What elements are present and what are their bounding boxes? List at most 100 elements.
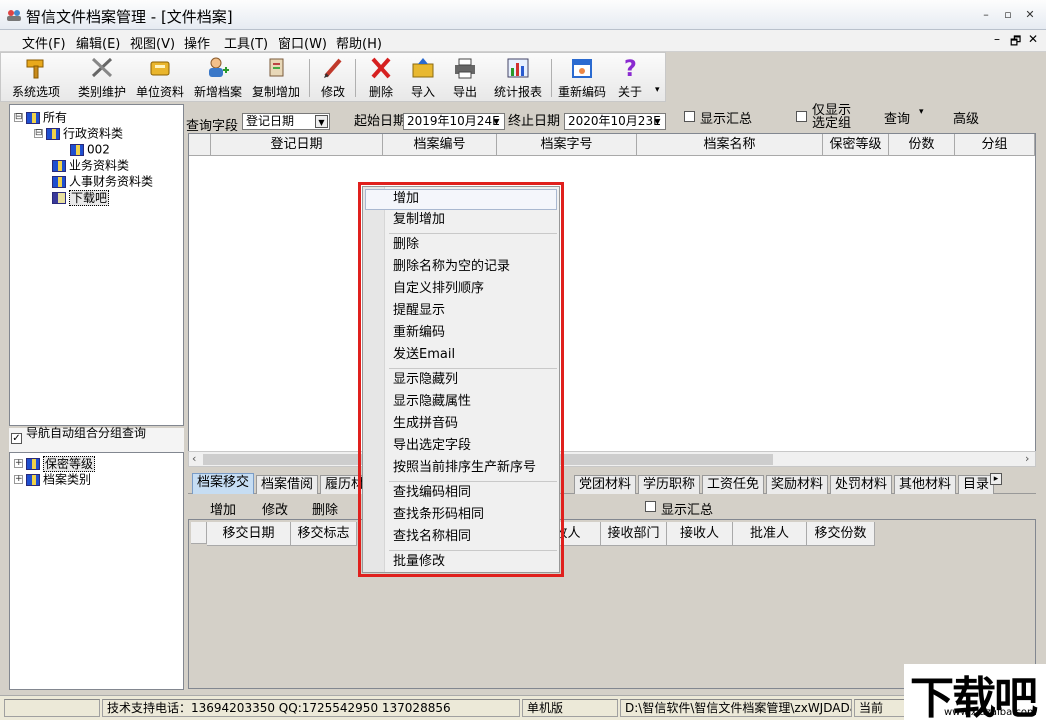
ctx-new-sequence[interactable]: 按照当前排序生产新序号 (365, 458, 557, 479)
edit-button[interactable]: 修改 (315, 56, 351, 100)
category-maintenance-button[interactable]: 类别维护 (73, 56, 131, 100)
tab-transfer[interactable]: 档案移交 (192, 473, 255, 494)
column-header[interactable]: 档案字号 (497, 134, 637, 156)
archive-grid[interactable]: 登记日期 档案编号 档案字号 档案名称 保密等级 份数 分组 (188, 133, 1036, 467)
nav-auto-group-checkbox[interactable]: ✓ (11, 433, 22, 444)
ctx-show-hidden-properties[interactable]: 显示隐藏属性 (365, 392, 557, 413)
tab-penalty[interactable]: 处罚材料 (830, 475, 893, 494)
tree-collapse-icon[interactable]: ⊟ (34, 129, 43, 138)
tree-item-xiazaiba[interactable]: 下载吧 (52, 189, 110, 206)
ctx-reminder[interactable]: 提醒显示 (365, 301, 557, 322)
scroll-left-icon[interactable]: ‹ (192, 452, 196, 466)
column-header[interactable]: 移交份数 (807, 522, 875, 546)
main-toolbar: 系统选项 类别维护 单位资料 新增档案 复制增加 修改 删除 导入 导出 统计报… (0, 52, 666, 102)
tree-item-002[interactable]: 002 (70, 141, 110, 157)
menu-window[interactable]: 窗口(W) (278, 33, 327, 52)
start-date-picker[interactable]: 2019年10月24E ▼ (403, 113, 505, 130)
ctx-send-email[interactable]: 发送Email (365, 345, 557, 366)
dropdown-arrow-icon[interactable]: ▼ (490, 115, 503, 128)
mdi-minimize-button[interactable]: – (994, 32, 1000, 46)
show-summary-checkbox[interactable] (684, 111, 695, 122)
tree-item-all[interactable]: ⊟ 所有 (14, 109, 67, 125)
query-dropdown-icon[interactable]: ▾ (919, 107, 924, 117)
column-header[interactable]: 接收人 (667, 522, 733, 546)
restore-button[interactable]: ▫ (1000, 8, 1016, 22)
menu-help[interactable]: 帮助(H) (336, 33, 382, 52)
tree-item-business[interactable]: 业务资料类 (52, 157, 129, 173)
close-button[interactable]: ✕ (1022, 8, 1038, 22)
ctx-find-same-name[interactable]: 查找名称相同 (365, 527, 557, 548)
tree-collapse-icon[interactable]: ⊟ (14, 113, 23, 122)
ctx-show-hidden-columns[interactable]: 显示隐藏列 (365, 370, 557, 391)
delete-button[interactable]: 删除 (363, 56, 399, 100)
horizontal-scrollbar[interactable]: ‹ › (188, 451, 1036, 467)
advanced-button[interactable]: 高级 (953, 108, 979, 127)
mdi-close-button[interactable]: ✕ (1028, 32, 1038, 46)
group-item-security-level[interactable]: + 保密等级 (14, 455, 96, 472)
detail-delete-button[interactable]: 删除 (312, 499, 338, 518)
minimize-button[interactable]: – (978, 8, 994, 22)
detail-summary-checkbox[interactable] (645, 501, 656, 512)
column-header[interactable]: 分组 (955, 134, 1035, 156)
tree-expand-icon[interactable]: + (14, 475, 23, 484)
column-header[interactable]: 接收部门 (601, 522, 667, 546)
tree-item-hr-finance[interactable]: 人事财务资料类 (52, 173, 153, 189)
ctx-add[interactable]: 增加 (365, 189, 557, 210)
detail-edit-button[interactable]: 修改 (262, 499, 288, 518)
import-button[interactable]: 导入 (405, 56, 441, 100)
menu-edit[interactable]: 编辑(E) (76, 33, 120, 52)
scroll-right-icon[interactable]: › (1025, 452, 1029, 466)
menu-view[interactable]: 视图(V) (130, 33, 175, 52)
ctx-generate-pinyin[interactable]: 生成拼音码 (365, 414, 557, 435)
ctx-find-same-barcode[interactable]: 查找条形码相同 (365, 505, 557, 526)
column-header[interactable]: 档案名称 (637, 134, 823, 156)
recode-button[interactable]: 重新编码 (555, 56, 609, 100)
tab-catalog[interactable]: 目录 (958, 475, 995, 494)
group-item-archive-type[interactable]: + 档案类别 (14, 471, 91, 487)
detail-add-button[interactable]: 增加 (210, 499, 236, 518)
toolbar-overflow-icon[interactable]: ▾ (655, 85, 660, 95)
copy-add-button[interactable]: 复制增加 (249, 56, 303, 100)
tab-party[interactable]: 党团材料 (574, 475, 637, 494)
ctx-export-selected-fields[interactable]: 导出选定字段 (365, 436, 557, 457)
menu-operation[interactable]: 操作 (184, 33, 210, 52)
column-header[interactable]: 保密等级 (823, 134, 889, 156)
mdi-restore-button[interactable]: 🗗 (1010, 32, 1021, 53)
ctx-delete[interactable]: 删除 (365, 235, 557, 256)
tab-education[interactable]: 学历职称 (638, 475, 701, 494)
tab-other[interactable]: 其他材料 (894, 475, 957, 494)
ctx-custom-sort[interactable]: 自定义排列顺序 (365, 279, 557, 300)
dropdown-arrow-icon[interactable]: ▼ (651, 115, 664, 128)
query-button[interactable]: 查询 (884, 108, 910, 127)
column-header[interactable]: 批准人 (733, 522, 807, 546)
ctx-find-same-code[interactable]: 查找编码相同 (365, 483, 557, 504)
tab-scroll-right-icon[interactable]: ▸ (990, 473, 1002, 485)
tree-item-admin[interactable]: ⊟ 行政资料类 (34, 125, 123, 141)
column-header[interactable]: 移交日期 (207, 522, 291, 546)
end-date-picker[interactable]: 2020年10月23E ▼ (564, 113, 666, 130)
nav-auto-group-option[interactable]: ✓ 导航自动组合分组查询 (9, 427, 184, 452)
ctx-recode[interactable]: 重新编码 (365, 323, 557, 344)
tab-salary[interactable]: 工资任免 (702, 475, 765, 494)
menu-file[interactable]: 文件(F) (22, 33, 66, 52)
ctx-batch-edit[interactable]: 批量修改 (365, 552, 557, 573)
about-button[interactable]: ? 关于 (613, 56, 647, 100)
column-header[interactable]: 份数 (889, 134, 955, 156)
export-button[interactable]: 导出 (447, 56, 483, 100)
statistics-report-button[interactable]: 统计报表 (491, 56, 545, 100)
tab-borrow[interactable]: 档案借阅 (256, 475, 319, 494)
system-options-button[interactable]: 系统选项 (7, 56, 65, 100)
add-record-button[interactable]: 新增档案 (191, 56, 245, 100)
column-header[interactable]: 档案编号 (383, 134, 497, 156)
ctx-copy-add[interactable]: 复制增加 (365, 210, 557, 231)
unit-info-button[interactable]: 单位资料 (133, 56, 187, 100)
dropdown-arrow-icon[interactable]: ▼ (315, 115, 328, 128)
column-header[interactable]: 移交标志 (291, 522, 357, 546)
tree-expand-icon[interactable]: + (14, 459, 23, 468)
query-field-select[interactable]: 登记日期 ▼ (242, 113, 330, 130)
tab-rewards[interactable]: 奖励材料 (766, 475, 829, 494)
menu-tools[interactable]: 工具(T) (224, 33, 268, 52)
column-header[interactable]: 登记日期 (211, 134, 383, 156)
only-selected-checkbox[interactable] (796, 111, 807, 122)
ctx-delete-empty-name[interactable]: 删除名称为空的记录 (365, 257, 557, 278)
